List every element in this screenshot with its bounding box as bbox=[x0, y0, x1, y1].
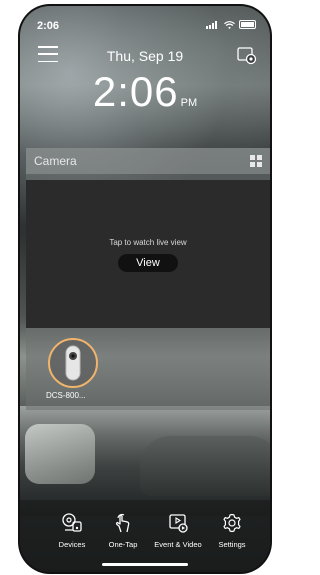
camera-panel-title: Camera bbox=[34, 154, 77, 168]
tab-one-tap[interactable]: One-Tap bbox=[93, 512, 153, 549]
clock-time: 2:06 bbox=[92, 68, 179, 115]
live-view-hint: Tap to watch live view bbox=[109, 238, 187, 247]
device-tile[interactable]: DCS-800... bbox=[44, 338, 104, 400]
settings-icon bbox=[223, 513, 241, 533]
one-tap-icon bbox=[115, 513, 130, 533]
home-indicator[interactable] bbox=[102, 563, 188, 566]
tab-one-tap-label: One-Tap bbox=[108, 540, 138, 549]
event-video-icon bbox=[169, 514, 188, 533]
camera-settings-button[interactable] bbox=[236, 44, 258, 66]
tab-bar: Devices One-Tap Event & Video Settings bbox=[20, 500, 270, 572]
status-time: 2:06 bbox=[37, 20, 60, 32]
phone-screen: 2:06 Thu, Sep 19 2:06 PM Camera Tap to w… bbox=[20, 6, 270, 572]
date-label: Thu, Sep 19 bbox=[106, 48, 184, 64]
clock-ampm: PM bbox=[180, 97, 198, 109]
camera-panel: Camera Tap to watch live view View DCS-8… bbox=[26, 148, 270, 410]
tab-settings[interactable]: Settings bbox=[202, 512, 262, 549]
view-button[interactable]: View bbox=[118, 254, 178, 272]
wifi-icon bbox=[224, 20, 235, 29]
camera-panel-header: Camera bbox=[26, 148, 270, 174]
tab-settings-label: Settings bbox=[218, 540, 246, 549]
wallpaper-cushion bbox=[140, 436, 270, 496]
status-icons bbox=[206, 20, 256, 29]
device-avatar bbox=[48, 338, 98, 388]
battery-icon bbox=[239, 20, 256, 29]
live-view-area[interactable]: Tap to watch live view View bbox=[26, 180, 270, 328]
tab-event-video[interactable]: Event & Video bbox=[148, 512, 208, 549]
cellular-signal-icon bbox=[206, 20, 220, 29]
clock: 2:06 PM bbox=[20, 68, 270, 116]
devices-icon bbox=[62, 513, 82, 532]
camera-device-icon bbox=[65, 345, 81, 381]
camera-settings-icon bbox=[237, 47, 257, 65]
device-name: DCS-800... bbox=[46, 391, 86, 400]
wallpaper-pillow bbox=[25, 424, 95, 484]
grid-view-icon[interactable] bbox=[250, 155, 262, 167]
tab-event-video-label: Event & Video bbox=[154, 540, 202, 549]
